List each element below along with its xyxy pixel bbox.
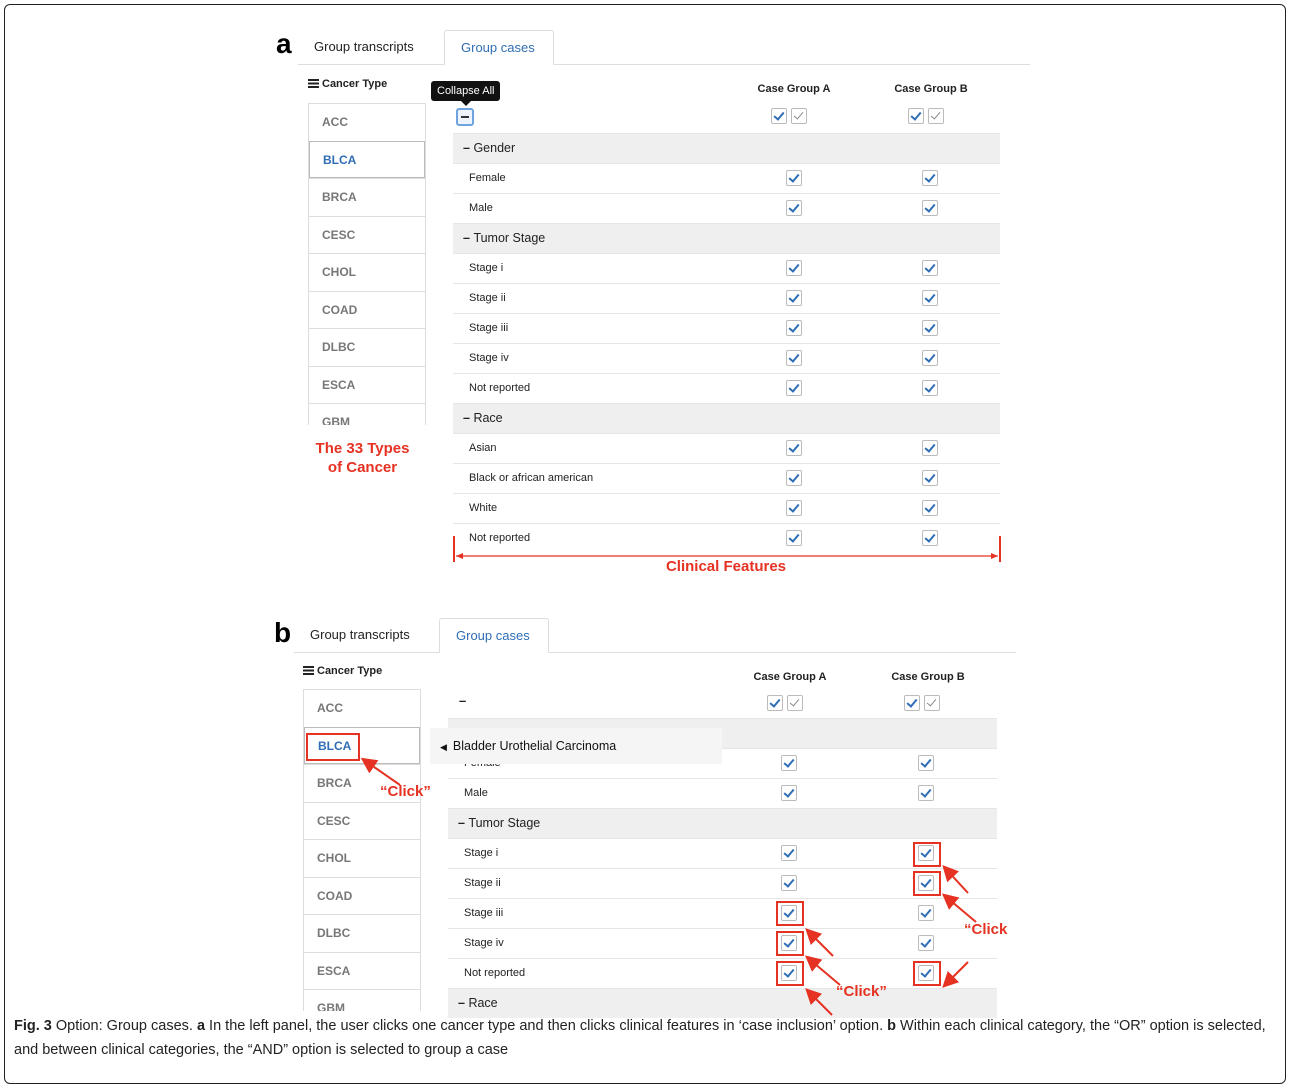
click-arrows — [360, 757, 977, 1016]
caption-fig-label: Fig. 3 — [14, 1018, 52, 1034]
caption-b-label: b — [887, 1018, 897, 1034]
click-label-group-a: “Click” — [836, 983, 887, 1000]
figure-caption: Fig. 3 Option: Group cases. a In the lef… — [14, 1014, 1274, 1062]
click-label-blca: “Click” — [380, 783, 431, 800]
caption-a-label: a — [196, 1018, 206, 1034]
click-label-group-b: “Click — [964, 921, 1008, 938]
caption-text-2: In the left panel, the user clicks one c… — [205, 1018, 888, 1034]
caption-text-1: Option: Group cases. — [51, 1018, 197, 1034]
